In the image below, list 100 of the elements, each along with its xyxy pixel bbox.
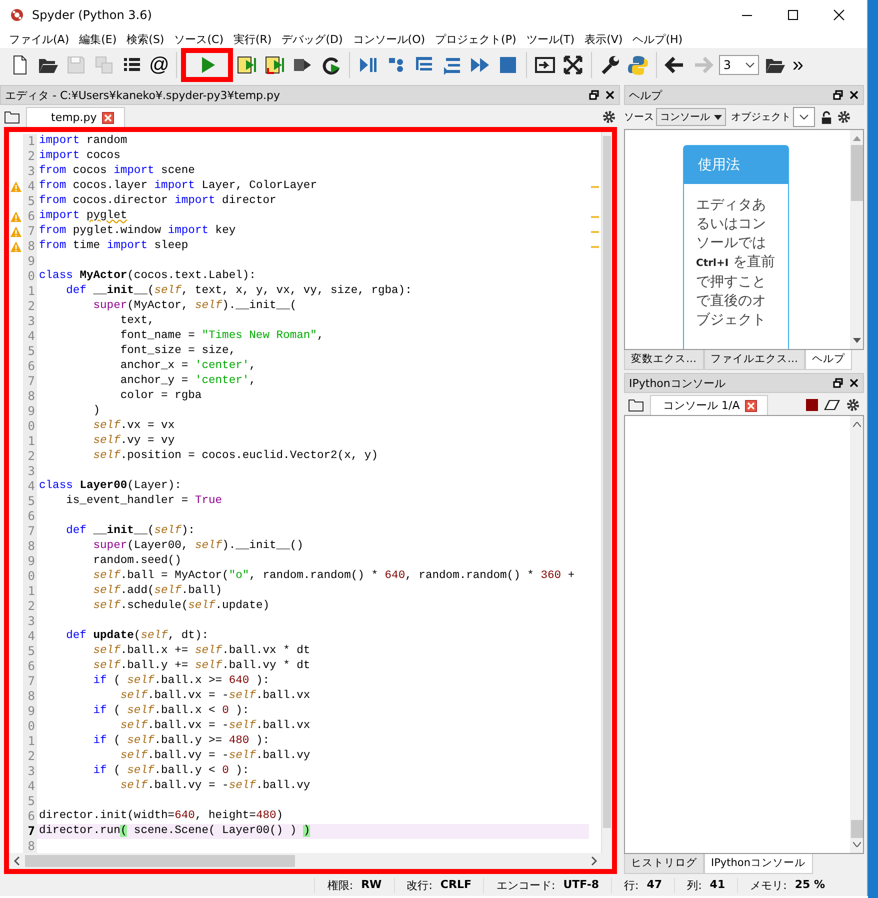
menu-item[interactable]: プロジェクト(P) [430, 32, 522, 46]
line-number: 8 [23, 689, 37, 704]
code-line: from cocos.director import director [38, 194, 278, 209]
run-cell-advance-icon [264, 54, 286, 76]
line-number: 9 [23, 704, 37, 719]
code-line: director.init(width=640, height=480) [38, 809, 284, 824]
code-editor[interactable] [4, 127, 617, 874]
menu-item[interactable]: ヘルプ(H) [628, 32, 688, 46]
scrollbar[interactable] [601, 132, 612, 853]
menu-item[interactable]: 編集(E) [74, 32, 122, 46]
toolbar-button[interactable]: @ [146, 48, 172, 82]
code-line: color = rgba [119, 389, 203, 404]
code-line: anchor_x = 'center', [119, 359, 257, 374]
line-number: 3 [23, 764, 37, 779]
pane-tab[interactable]: IPythonコンソール [704, 854, 812, 874]
line-number: 5 [23, 194, 37, 209]
undock-icon[interactable] [833, 90, 843, 100]
file-tab[interactable]: temp.py [26, 107, 125, 127]
history-combo[interactable]: 3 [719, 55, 760, 75]
eraser-icon[interactable] [824, 400, 840, 410]
line-number: 1 [23, 734, 37, 749]
code-line: import pyglet [38, 209, 128, 224]
object-label: オブジェクト [731, 110, 791, 124]
source-dropdown[interactable]: コンソール [656, 108, 726, 126]
close-icon[interactable] [849, 378, 859, 388]
folder-icon[interactable] [628, 398, 644, 412]
pane-tab[interactable]: ヘルプ [805, 350, 852, 370]
scrollbar[interactable] [850, 130, 863, 349]
save-icon [65, 54, 87, 76]
folder-icon[interactable] [4, 110, 20, 124]
code-line: import cocos [38, 149, 122, 164]
undock-icon[interactable] [833, 378, 843, 388]
menu-item[interactable]: 検索(S) [122, 32, 170, 46]
scrollbar[interactable] [850, 416, 863, 853]
menu-item[interactable]: ファイル(A) [4, 32, 74, 46]
run-cell-icon [236, 54, 258, 76]
code-line: class Layer00(Layer): [38, 479, 182, 494]
warning-marker [591, 216, 599, 218]
line-number: 1 [23, 134, 37, 149]
menu-item[interactable]: ツール(T) [521, 32, 580, 46]
console-tab[interactable]: コンソール 1/A [650, 395, 768, 415]
lock-icon[interactable] [821, 110, 832, 124]
close-icon[interactable] [605, 90, 615, 100]
pane-tab[interactable]: ヒストリログ [624, 854, 704, 874]
menu-item[interactable]: デバッグ(D) [276, 32, 348, 46]
code-line: from cocos.layer import Layer, ColorLayer [38, 179, 318, 194]
gear-icon[interactable] [602, 110, 616, 124]
window-title: Spyder (Python 3.6) [32, 8, 152, 22]
scroll-thumb[interactable] [850, 145, 862, 201]
status-value: RW [361, 878, 382, 892]
code-line: if ( self.ball.x < 0 ): [92, 704, 250, 719]
menu-item[interactable]: 実行(R) [228, 32, 277, 46]
line-number: 2 [23, 149, 37, 164]
fullscreen-icon [562, 54, 584, 76]
python-icon [627, 54, 650, 76]
pane-title: エディタ - C:¥Users¥kaneko¥.spyder-py3¥temp.py [5, 88, 282, 102]
line-number: 8 [23, 539, 37, 554]
scroll-thumb[interactable] [603, 136, 611, 828]
scroll-thumb[interactable] [25, 855, 295, 867]
line-number: 5 [23, 644, 37, 659]
line-number: 3 [23, 464, 37, 479]
object-dropdown[interactable] [793, 107, 815, 127]
status-label: 行: [624, 878, 639, 892]
line-number: 6 [23, 809, 37, 824]
code-line: self.ball.vy = -self.ball.vy [119, 779, 312, 794]
line-number: 6 [23, 509, 37, 524]
pane-tab[interactable]: ファイルエクス… [704, 350, 805, 370]
code-line: def __init__(self, text, x, y, vx, vy, size, rgba): [65, 284, 413, 299]
gear-icon[interactable] [846, 398, 860, 412]
scroll-arrow-icon[interactable] [852, 338, 860, 343]
toolbar-button[interactable]: » [789, 48, 806, 82]
scroll-thumb[interactable] [850, 820, 862, 838]
scrollbar[interactable] [9, 853, 612, 869]
gear-icon[interactable] [837, 110, 851, 124]
undock-icon[interactable] [589, 90, 599, 100]
code-line: super(MyActor, self).__init__( [92, 299, 298, 314]
code-line: self.vx = vx [92, 419, 176, 434]
line-number: 6 [23, 209, 37, 224]
line-number: 7 [23, 674, 37, 689]
close-icon[interactable] [849, 90, 859, 100]
caret-icon [799, 114, 809, 120]
status-value: 47 [646, 878, 662, 892]
status-label: エンコード: [496, 878, 556, 892]
menu-item[interactable]: 表示(V) [580, 32, 628, 46]
maximize-icon [534, 54, 556, 76]
menu-item[interactable]: ソース(C) [169, 32, 228, 46]
menu-item[interactable]: コンソール(O) [348, 32, 430, 46]
spyder-logo-icon [10, 8, 24, 22]
line-number: 2 [23, 599, 37, 614]
close-icon[interactable] [833, 9, 845, 21]
line-number: 3 [23, 314, 37, 329]
caret-icon [745, 62, 756, 68]
pane-title: IPythonコンソール [629, 376, 726, 390]
code-line: self.position = cocos.euclid.Vector2(x, y) [92, 449, 379, 464]
pane-tab[interactable]: 変数エクス… [624, 350, 704, 370]
line-number: 8 [23, 239, 37, 254]
maximize-icon[interactable] [787, 9, 799, 21]
warning-marker [591, 230, 599, 232]
pane-title: ヘルプ [629, 88, 664, 102]
help-text: エディタあるいはコンソールでは Ctrl+I を直前で押すことで直後のオブジェクト [695, 196, 776, 330]
